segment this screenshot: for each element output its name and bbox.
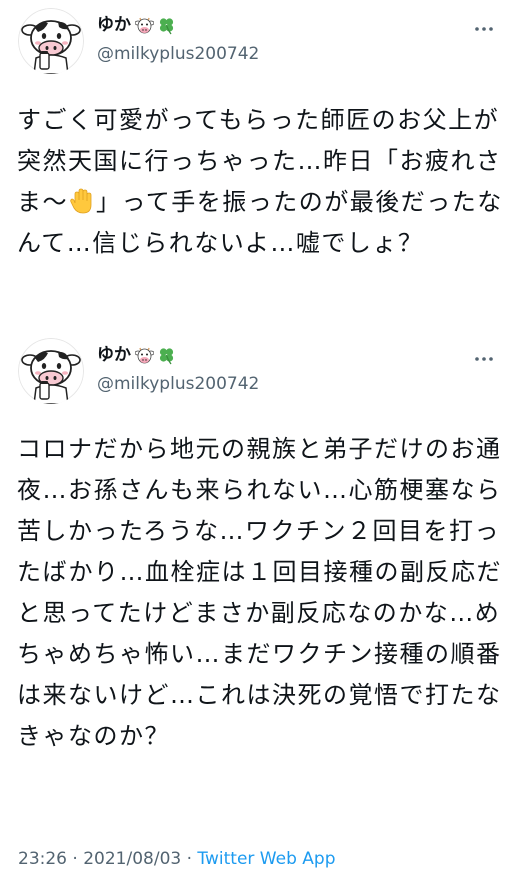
raised-hand-icon <box>69 187 95 215</box>
tweet-text: すごく可愛がってもらった師匠のお父上が突然天国に行っちゃった…昨日「お疲れさま〜… <box>17 100 507 264</box>
display-name[interactable]: ゆか <box>97 13 131 37</box>
cow-avatar-icon <box>18 8 84 74</box>
avatar[interactable] <box>18 338 84 404</box>
tweet-date[interactable]: 2021/08/03 <box>83 849 181 869</box>
meta-separator: · <box>181 849 198 869</box>
avatar[interactable] <box>18 8 84 74</box>
name-row[interactable]: ゆか <box>97 343 176 367</box>
name-row[interactable]: ゆか <box>97 13 176 37</box>
more-options-icon[interactable] <box>474 19 494 31</box>
cow-avatar-icon <box>18 338 84 404</box>
source-app-link[interactable]: Twitter Web App <box>197 849 335 869</box>
cow-face-icon <box>134 16 155 35</box>
four-leaf-clover-icon <box>157 16 176 35</box>
tweet-text: コロナだから地元の親族と弟子だけのお通夜…お孫さんも来られない…心筋梗塞なら苦し… <box>17 435 502 750</box>
user-handle[interactable]: @milkyplus200742 <box>97 372 259 396</box>
tweet-time[interactable]: 23:26 <box>18 849 67 869</box>
four-leaf-clover-icon <box>157 346 176 365</box>
meta-separator: · <box>67 849 84 869</box>
more-options-icon[interactable] <box>474 349 494 361</box>
tweet-meta: 23:26 · 2021/08/03 · Twitter Web App <box>18 847 335 871</box>
user-handle[interactable]: @milkyplus200742 <box>97 42 259 66</box>
display-name[interactable]: ゆか <box>97 343 131 367</box>
cow-face-icon <box>134 346 155 365</box>
